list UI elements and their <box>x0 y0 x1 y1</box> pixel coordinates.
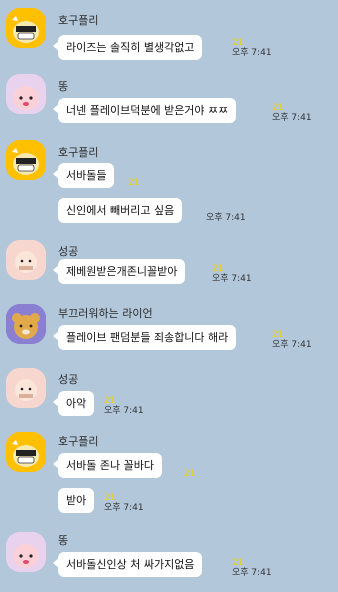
message-meta: 21 오후 7:41 <box>212 264 252 284</box>
message-bubble[interactable]: 플레이브 팬덤분들 죄송합니다 해라 <box>52 325 237 350</box>
message-bubble[interactable]: 너넨 플레이브덕분에 받은거야 ㅉㅉ <box>52 98 237 123</box>
unread-count: 21 <box>232 38 244 48</box>
apeach-character-icon <box>6 74 46 114</box>
unread-count: 21 <box>272 330 284 340</box>
message-meta: 21 오후 7:41 <box>232 38 272 58</box>
muzi-character-icon <box>6 8 46 48</box>
message-bubble[interactable]: 아악 <box>52 391 95 416</box>
sender-name: 성공 <box>58 245 79 258</box>
avatar[interactable] <box>6 140 46 180</box>
message-meta: 21 오후 7:41 <box>232 558 272 578</box>
message-meta: 오후 7:41 <box>206 213 246 223</box>
avatar[interactable] <box>6 240 46 280</box>
unread-count: 21 <box>104 396 116 406</box>
unread-count: 21 <box>232 558 244 568</box>
ryan-character-icon <box>6 304 46 344</box>
sender-name: 호구플리 <box>58 14 99 27</box>
message-time: 오후 7:41 <box>232 48 272 58</box>
muzi-character-icon <box>6 140 46 180</box>
message-time: 오후 7:41 <box>212 274 252 284</box>
sender-name: 성공 <box>58 373 79 386</box>
unread-count: 21 <box>104 493 116 503</box>
message-bubble[interactable]: 신인에서 빼버리고 싶음 <box>58 198 183 223</box>
sender-name: 호구플리 <box>58 435 99 448</box>
avatar[interactable] <box>6 74 46 114</box>
sender-name: 부끄러워하는 라이언 <box>58 307 153 320</box>
avatar[interactable] <box>6 532 46 572</box>
sender-name: 호구플리 <box>58 146 99 159</box>
message-time: 오후 7:41 <box>272 340 312 350</box>
message-meta: 21 오후 7:41 <box>104 493 144 513</box>
unread-count: 21 <box>272 103 284 113</box>
tube-character-icon <box>6 368 46 408</box>
message-bubble[interactable]: 서바돌들 <box>52 163 115 188</box>
message-time: 오후 7:41 <box>104 406 144 416</box>
avatar[interactable] <box>6 8 46 48</box>
message-bubble[interactable]: 받아 <box>58 488 95 513</box>
avatar[interactable] <box>6 432 46 472</box>
message-meta: 21 오후 7:41 <box>104 396 144 416</box>
message-bubble[interactable]: 서바돌 존나 꼴바다 <box>53 453 162 478</box>
unread-count: 21 <box>128 178 140 188</box>
message-time: 오후 7:41 <box>272 113 312 123</box>
unread-count: 21 <box>184 469 196 479</box>
muzi-character-icon <box>6 432 46 472</box>
avatar[interactable] <box>6 368 46 408</box>
unread-count: 21 <box>212 264 224 274</box>
message-time: 오후 7:41 <box>232 568 272 578</box>
message-bubble[interactable]: 서바돌신인상 처 싸가지없음 <box>52 552 203 577</box>
message-time: 오후 7:41 <box>104 503 144 513</box>
message-meta: 21 오후 7:41 <box>272 330 312 350</box>
message-time: 오후 7:41 <box>206 213 246 223</box>
tube-character-icon <box>6 240 46 280</box>
apeach-character-icon <box>6 532 46 572</box>
message-bubble[interactable]: 라이즈는 솔직히 별생각없고 <box>52 35 203 60</box>
avatar[interactable] <box>6 304 46 344</box>
sender-name: 똥 <box>58 534 69 547</box>
message-meta: 21 <box>184 469 195 479</box>
message-bubble[interactable]: 제베원받은개존니꼴받아 <box>52 259 186 284</box>
message-meta: 21 <box>128 178 139 188</box>
sender-name: 똥 <box>58 80 69 93</box>
message-meta: 21 오후 7:41 <box>272 103 312 123</box>
